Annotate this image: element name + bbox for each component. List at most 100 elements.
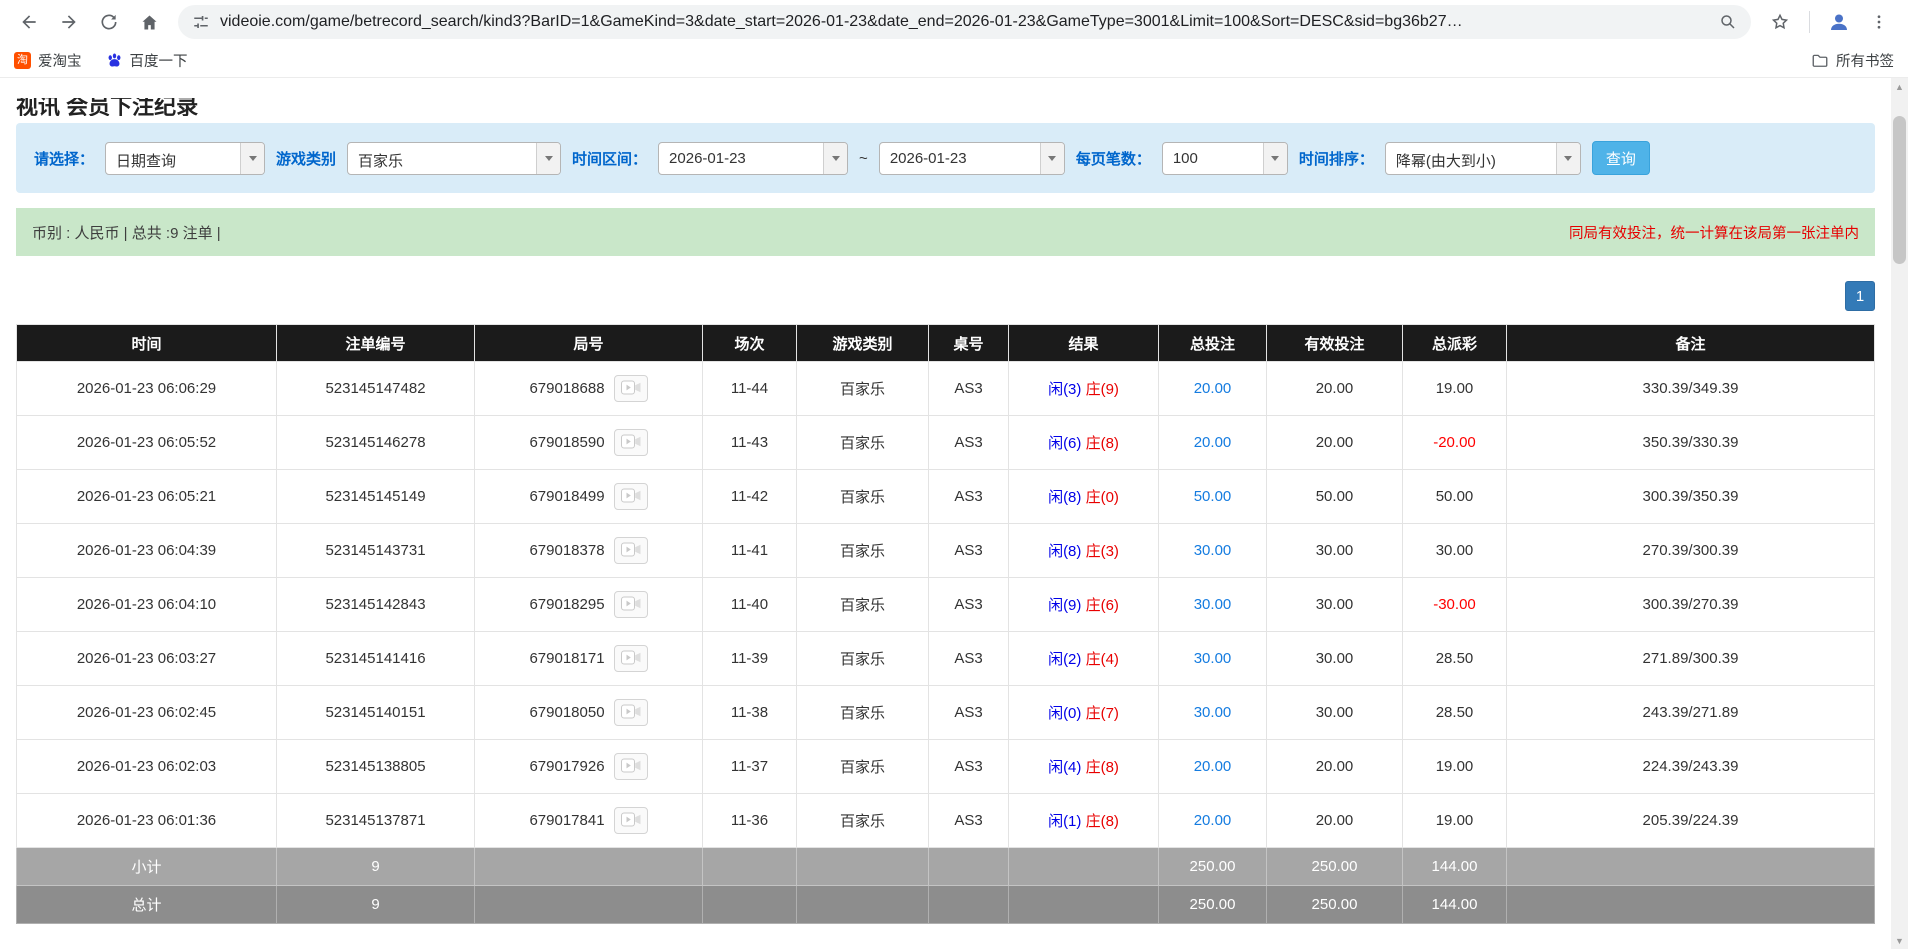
total-bet-link[interactable]: 20.00 bbox=[1194, 434, 1232, 451]
sort-order-select[interactable]: 降幂(由大到小) bbox=[1385, 142, 1581, 175]
bookmark-baidu[interactable]: 百度一下 bbox=[106, 50, 188, 71]
taobao-icon: 淘 bbox=[14, 52, 31, 69]
cell-time: 2026-01-23 06:05:21 bbox=[17, 470, 277, 524]
column-header: 桌号 bbox=[929, 325, 1009, 362]
chevron-down-icon[interactable] bbox=[536, 143, 560, 174]
scrollbar-thumb[interactable] bbox=[1893, 116, 1906, 264]
chevron-down-icon[interactable] bbox=[1263, 143, 1287, 174]
search-button[interactable]: 查询 bbox=[1592, 141, 1650, 175]
date-type-value: 日期查询 bbox=[106, 143, 240, 174]
cell-result: 闲(2) 庄(4) bbox=[1009, 632, 1159, 686]
cell-time: 2026-01-23 06:03:27 bbox=[17, 632, 277, 686]
chevron-down-icon[interactable] bbox=[1556, 143, 1580, 174]
chevron-down-icon[interactable] bbox=[823, 143, 847, 174]
result-banker: 庄(8) bbox=[1086, 813, 1119, 830]
cell-result: 闲(4) 庄(8) bbox=[1009, 740, 1159, 794]
cell-payout: 30.00 bbox=[1403, 524, 1507, 578]
video-replay-button[interactable] bbox=[614, 429, 648, 456]
date-start-select[interactable]: 2026-01-23 bbox=[658, 142, 848, 175]
cell-payout: 28.50 bbox=[1403, 686, 1507, 740]
date-type-select[interactable]: 日期查询 bbox=[105, 142, 265, 175]
total-bet-link[interactable]: 30.00 bbox=[1194, 704, 1232, 721]
vertical-scrollbar[interactable]: ▲ ▼ bbox=[1891, 78, 1908, 949]
cell-bet-number: 523145137871 bbox=[277, 794, 475, 848]
page-number-button[interactable]: 1 bbox=[1845, 281, 1875, 311]
foot-payout: 144.00 bbox=[1403, 886, 1507, 924]
cell-round-number: 679018171 bbox=[475, 632, 703, 686]
scroll-down-arrow-icon[interactable]: ▼ bbox=[1891, 932, 1908, 949]
table-row: 2026-01-23 06:06:29523145147482679018688… bbox=[17, 362, 1875, 416]
chevron-down-icon[interactable] bbox=[240, 143, 264, 174]
pagination-top: 1 bbox=[16, 281, 1875, 311]
cell-round-number: 679018688 bbox=[475, 362, 703, 416]
total-bet-link[interactable]: 30.00 bbox=[1194, 542, 1232, 559]
video-replay-button[interactable] bbox=[614, 753, 648, 780]
game-category-select[interactable]: 百家乐 bbox=[347, 142, 561, 175]
scroll-up-arrow-icon[interactable]: ▲ bbox=[1891, 78, 1908, 95]
forward-button[interactable] bbox=[50, 4, 88, 40]
video-camera-icon bbox=[621, 758, 641, 776]
chevron-down-icon[interactable] bbox=[1040, 143, 1064, 174]
round-number-text: 679018295 bbox=[529, 596, 604, 613]
result-banker: 庄(4) bbox=[1086, 651, 1119, 668]
payout-value: 28.50 bbox=[1436, 704, 1474, 721]
foot-label: 小计 bbox=[17, 848, 277, 886]
payout-value: 30.00 bbox=[1436, 542, 1474, 559]
url-text: videoie.com/game/betrecord_search/kind3?… bbox=[220, 13, 1709, 31]
back-arrow-icon bbox=[19, 12, 39, 32]
cell-valid-bet: 20.00 bbox=[1267, 416, 1403, 470]
cell-game-category: 百家乐 bbox=[797, 740, 929, 794]
video-replay-button[interactable] bbox=[614, 483, 648, 510]
browser-menu-button[interactable] bbox=[1860, 4, 1898, 40]
video-camera-icon bbox=[621, 650, 641, 668]
column-header: 总派彩 bbox=[1403, 325, 1507, 362]
date-end-select[interactable]: 2026-01-23 bbox=[879, 142, 1065, 175]
back-button[interactable] bbox=[10, 4, 48, 40]
video-replay-button[interactable] bbox=[614, 537, 648, 564]
bookmark-taobao[interactable]: 淘 爱淘宝 bbox=[14, 50, 82, 71]
round-number-text: 679018378 bbox=[529, 542, 604, 559]
zoom-indicator-icon[interactable] bbox=[1719, 13, 1737, 31]
result-player: 闲(1) bbox=[1048, 813, 1081, 830]
cell-table-number: AS3 bbox=[929, 686, 1009, 740]
select-type-label: 请选择： bbox=[34, 148, 94, 169]
total-bet-link[interactable]: 50.00 bbox=[1194, 488, 1232, 505]
video-replay-button[interactable] bbox=[614, 645, 648, 672]
cell-valid-bet: 30.00 bbox=[1267, 578, 1403, 632]
payout-value: 50.00 bbox=[1436, 488, 1474, 505]
bookmark-star-button[interactable] bbox=[1761, 4, 1799, 40]
folder-icon bbox=[1811, 52, 1829, 70]
table-header-row: 时间注单编号局号场次游戏类别桌号结果总投注有效投注总派彩备注 bbox=[17, 325, 1875, 362]
all-bookmarks-button[interactable]: 所有书签 bbox=[1811, 50, 1894, 71]
video-camera-icon bbox=[621, 812, 641, 830]
toolbar-divider bbox=[1809, 11, 1810, 33]
url-bar[interactable]: videoie.com/game/betrecord_search/kind3?… bbox=[178, 5, 1751, 39]
home-button[interactable] bbox=[130, 4, 168, 40]
cell-valid-bet: 20.00 bbox=[1267, 362, 1403, 416]
page-size-select[interactable]: 100 bbox=[1162, 142, 1288, 175]
site-info-tune-icon[interactable] bbox=[192, 13, 210, 31]
round-number-text: 679017926 bbox=[529, 758, 604, 775]
cell-session: 11-44 bbox=[703, 362, 797, 416]
video-replay-button[interactable] bbox=[614, 699, 648, 726]
cell-total-bet: 30.00 bbox=[1159, 686, 1267, 740]
profile-avatar-button[interactable] bbox=[1820, 4, 1858, 40]
cell-bet-number: 523145138805 bbox=[277, 740, 475, 794]
browser-toolbar: videoie.com/game/betrecord_search/kind3?… bbox=[0, 0, 1908, 44]
foot-count: 9 bbox=[277, 848, 475, 886]
payout-value: -20.00 bbox=[1433, 434, 1476, 451]
video-replay-button[interactable] bbox=[614, 591, 648, 618]
total-bet-link[interactable]: 30.00 bbox=[1194, 650, 1232, 667]
page-size-value: 100 bbox=[1163, 143, 1263, 174]
video-replay-button[interactable] bbox=[614, 375, 648, 402]
video-replay-button[interactable] bbox=[614, 807, 648, 834]
cell-note: 350.39/330.39 bbox=[1507, 416, 1875, 470]
total-bet-link[interactable]: 20.00 bbox=[1194, 758, 1232, 775]
foot-valid-bet: 250.00 bbox=[1267, 848, 1403, 886]
total-bet-link[interactable]: 20.00 bbox=[1194, 380, 1232, 397]
total-bet-link[interactable]: 30.00 bbox=[1194, 596, 1232, 613]
cell-result: 闲(8) 庄(0) bbox=[1009, 470, 1159, 524]
cell-session: 11-42 bbox=[703, 470, 797, 524]
total-bet-link[interactable]: 20.00 bbox=[1194, 812, 1232, 829]
reload-button[interactable] bbox=[90, 4, 128, 40]
